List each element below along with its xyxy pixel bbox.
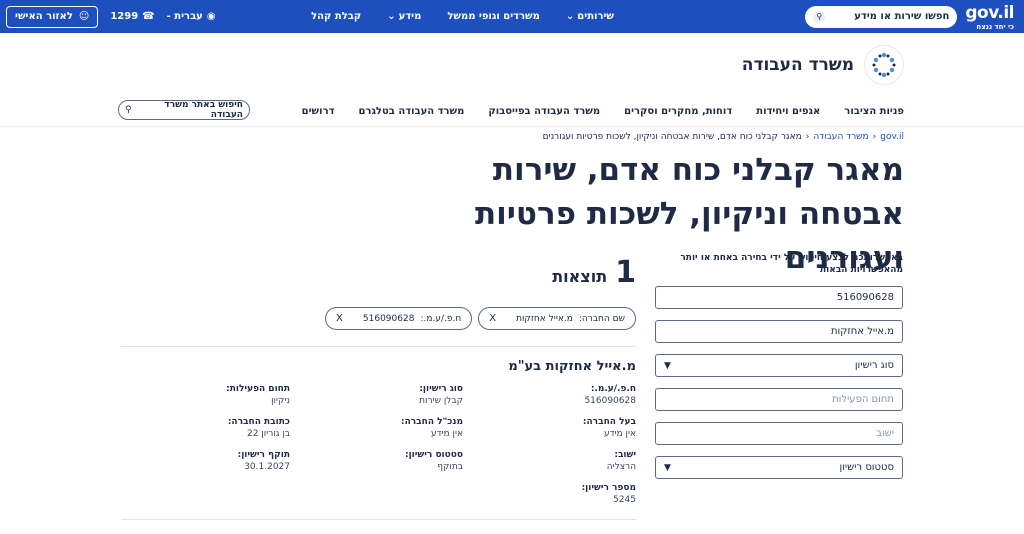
- top-nav-offices[interactable]: משרדים וגופי ממשל: [447, 11, 540, 22]
- close-icon[interactable]: X: [489, 313, 496, 324]
- top-nav-info[interactable]: מידע ⌄: [387, 11, 421, 22]
- chevron-down-icon: ⌄: [387, 11, 396, 22]
- subnav-divisions[interactable]: אגפים ויחידות: [756, 106, 820, 117]
- top-search-placeholder: חפשו שירות או מידע: [854, 11, 950, 22]
- breadcrumb-ministry[interactable]: משרד העבודה: [813, 132, 868, 142]
- top-nav-reception[interactable]: קבלת קהל: [311, 11, 361, 22]
- detail-license-type: סוג רישיון: קבלן שירות: [419, 384, 463, 406]
- top-left-tools: ◉ עברית - ☎ 1299 ☺ לאזור האישי: [6, 5, 216, 28]
- user-icon: ☺: [78, 11, 90, 22]
- top-search-input[interactable]: חפשו שירות או מידע ⚲: [805, 5, 958, 28]
- subnav-jobs[interactable]: דרושים: [302, 106, 335, 117]
- ministry-subnav: פניות הציבור אגפים ויחידות דוחות, מחקרים…: [0, 97, 1024, 127]
- gov-logo-text: gov.il: [965, 2, 1014, 23]
- globe-icon: ◉: [206, 11, 216, 22]
- subnav-telegram[interactable]: משרד העבודה בטלגרם: [358, 106, 464, 117]
- gov-logo[interactable]: gov.il כי יחד ננצח: [965, 3, 1014, 31]
- subnav-facebook[interactable]: משרד העבודה בפייסבוק: [488, 106, 600, 117]
- subnav-reports[interactable]: דוחות, מחקרים וסקרים: [624, 106, 732, 117]
- chevron-down-icon: ▼: [664, 462, 671, 473]
- license-status-select[interactable]: סטטוס רישיון ▼: [655, 456, 903, 479]
- detail-license-validity: תוקף רישיון: 30.1.2027: [237, 450, 290, 472]
- gov-topbar: gov.il כי יחד ננצח חפשו שירות או מידע ⚲ …: [0, 0, 1024, 33]
- detail-owner: בעל החברה: אין מידע: [582, 417, 636, 439]
- search-icon: ⚲: [125, 105, 132, 115]
- detail-license-number: מספר רישיון: 5245: [581, 483, 636, 505]
- result-details: ח.פ./ע.מ.: 516090628 סוג רישיון: קבלן שירו…: [121, 384, 636, 505]
- chevron-left-icon: ‹: [872, 132, 877, 142]
- results-count: 1 תוצאות: [121, 255, 636, 290]
- divider: [121, 346, 636, 347]
- ministry-title[interactable]: משרד העבודה: [742, 55, 854, 75]
- results-number: 1: [615, 255, 636, 290]
- chevron-down-icon: ⌄: [565, 11, 575, 22]
- breadcrumb-current: מאגר קבלני כוח אדם, שירות אבטחה וניקיון,…: [542, 132, 802, 142]
- detail-license-status: סטטוס רישיון: בתוקף: [404, 450, 463, 472]
- result-company-name: מ.אייל אחזקות בע"מ: [508, 359, 636, 374]
- site-search-input[interactable]: חיפוש באתר משרד העבודה ⚲: [118, 100, 250, 120]
- filter-chip-company-id[interactable]: ח.פ./ע.מ.: 516090628 X: [325, 307, 473, 330]
- search-icon[interactable]: ⚲: [813, 10, 826, 23]
- gov-logo-sub: כי יחד ננצח: [976, 22, 1014, 31]
- detail-ceo: מנכ"ל החברה: אין מידע: [400, 417, 463, 439]
- divider: [121, 519, 636, 520]
- detail-activity-field: תחום הפעילות: ניקיון: [226, 384, 290, 406]
- breadcrumb: gov.il ‹ משרד העבודה ‹ מאגר קבלני כוח אד…: [0, 132, 1024, 142]
- results-label: תוצאות: [552, 267, 608, 286]
- close-icon[interactable]: X: [336, 313, 343, 324]
- settlement-input[interactable]: ישוב: [655, 422, 903, 445]
- filter-intro: באפשרותכם לבצע חיפוש על ידי בחירה באחת א…: [680, 253, 903, 275]
- phone-link[interactable]: ☎ 1299: [110, 11, 154, 22]
- ministry-logo-icon[interactable]: [864, 45, 904, 85]
- activity-field-input[interactable]: תחום הפעילות: [655, 388, 903, 411]
- top-nav-services[interactable]: שירותים ⌄: [566, 11, 614, 22]
- license-type-select[interactable]: סוג רישיון ▼: [655, 354, 903, 377]
- breadcrumb-home[interactable]: gov.il: [880, 132, 904, 142]
- detail-address: כתובת החברה: בן גוריון 22: [227, 417, 290, 439]
- ministry-header: משרד העבודה: [0, 33, 1024, 97]
- chevron-down-icon: ▼: [664, 360, 671, 371]
- chevron-left-icon: ‹: [805, 132, 810, 142]
- personal-area-button[interactable]: ☺ לאזור האישי: [6, 5, 99, 28]
- filter-chip-company-name[interactable]: שם החברה: מ.אייל אחזקות X: [478, 307, 636, 330]
- subnav-public-inquiries[interactable]: פניות הציבור: [844, 106, 904, 117]
- language-select[interactable]: ◉ עברית -: [167, 11, 216, 22]
- company-name-input[interactable]: מ.אייל אחזקות: [655, 320, 903, 343]
- active-filter-chips: שם החברה: מ.אייל אחזקות X ח.פ./ע.מ.: 516…: [121, 307, 636, 330]
- detail-company-id: ח.פ./ע.מ.: 516090628: [584, 384, 636, 406]
- results-panel: 1 תוצאות שם החברה: מ.אייל אחזקות X ח.פ./…: [121, 255, 636, 520]
- detail-settlement: ישוב: הרצליה: [606, 450, 636, 472]
- company-id-input[interactable]: 516090628: [655, 286, 903, 309]
- top-nav: שירותים ⌄ משרדים וגופי ממשל מידע ⌄ קבלת קה…: [311, 11, 614, 22]
- phone-icon: ☎: [142, 11, 155, 22]
